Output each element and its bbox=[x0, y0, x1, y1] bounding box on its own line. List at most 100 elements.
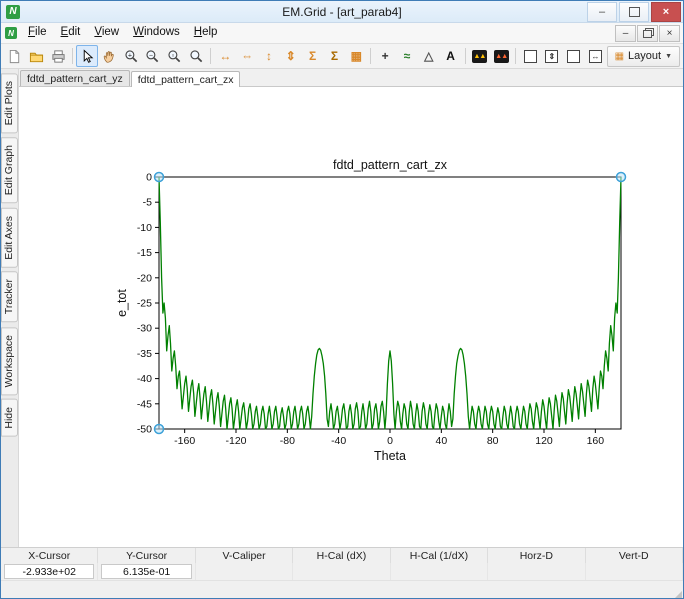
full-y-button[interactable]: ⇕ bbox=[280, 45, 302, 67]
status-v-caliper-cell bbox=[196, 563, 293, 580]
fit-frame-vertical-button[interactable]: ⇕ bbox=[541, 45, 563, 67]
x-tick-label: 80 bbox=[487, 435, 499, 447]
data-table-button-icon: ▦ bbox=[351, 50, 362, 62]
status-x-cursor-cell: -2.933e+02 bbox=[1, 563, 98, 580]
document-icon-letter: N bbox=[8, 29, 14, 38]
sidebar-tab-hide[interactable]: Hide bbox=[1, 399, 18, 437]
y-tick-label: -30 bbox=[137, 323, 152, 335]
document-pane: fdtd_pattern_cart_yzfdtd_pattern_cart_zx… bbox=[19, 69, 683, 547]
colormap-alt-button[interactable]: ▲▲ bbox=[490, 45, 512, 67]
status-h-cal-1-dx-label: H-Cal (1/dX) bbox=[391, 548, 488, 563]
zoom-in-button[interactable]: + bbox=[120, 45, 142, 67]
mdi-restore-button[interactable] bbox=[637, 25, 658, 42]
vertical-frame-button[interactable] bbox=[519, 45, 541, 67]
full-y-button-icon: ⇕ bbox=[286, 50, 296, 62]
sum-plots-button[interactable]: Σ bbox=[302, 45, 324, 67]
side-tab-strip: Edit Plots Edit Graph Edit Axes Tracker Work… bbox=[1, 69, 19, 547]
status-value-row: -2.933e+026.135e-01 bbox=[1, 563, 683, 580]
resize-grip[interactable]: ◢ bbox=[671, 588, 682, 599]
print-button[interactable] bbox=[48, 45, 70, 67]
mdi-restore-icon bbox=[643, 30, 652, 38]
expand-x-button[interactable]: ↔ bbox=[214, 45, 236, 67]
axis-handle[interactable] bbox=[155, 173, 164, 182]
select-cursor-button[interactable] bbox=[76, 45, 98, 67]
open-button[interactable] bbox=[26, 45, 48, 67]
status-header-row: X-CursorY-CursorV-CaliperH-Cal (dX)H-Cal… bbox=[1, 548, 683, 563]
menus: FileEditViewWindowsHelp bbox=[21, 23, 224, 43]
mdi-minimize-button[interactable]: – bbox=[615, 25, 636, 42]
toolbar: +−▫↔⇔↕⇕ΣΣ▦+≈△A▲▲▲▲⇕↔▦Layout▼ bbox=[1, 44, 683, 69]
svg-text:▫: ▫ bbox=[172, 52, 175, 59]
full-x-button-icon: ⇔ bbox=[241, 50, 253, 62]
colormap-button[interactable]: ▲▲ bbox=[469, 45, 491, 67]
zoom-extents-button[interactable] bbox=[186, 45, 208, 67]
menu-help[interactable]: Help bbox=[187, 23, 225, 43]
new-file-button[interactable] bbox=[4, 45, 26, 67]
svg-text:−: − bbox=[149, 52, 153, 59]
zoom-window-button[interactable]: ▫ bbox=[164, 45, 186, 67]
y-tick-label: 0 bbox=[146, 172, 152, 184]
fit-frame-horizontal-button[interactable]: ↔ bbox=[585, 45, 607, 67]
sidebar-tab-edit-plots[interactable]: Edit Plots bbox=[1, 73, 18, 133]
minimize-icon: – bbox=[599, 6, 605, 18]
x-tick-label: -40 bbox=[331, 435, 346, 447]
status-vert-d-cell bbox=[586, 563, 683, 580]
y-axis-label: e_tot bbox=[115, 289, 129, 317]
curve-tracker-button[interactable]: ≈ bbox=[396, 45, 418, 67]
maximize-icon bbox=[629, 7, 640, 17]
main-area: Edit Plots Edit Graph Edit Axes Tracker Work… bbox=[1, 69, 683, 547]
minimize-button[interactable]: – bbox=[587, 2, 617, 22]
menu-file[interactable]: File bbox=[21, 23, 54, 43]
full-x-button[interactable]: ⇔ bbox=[236, 45, 258, 67]
chart: fdtd_pattern_cart_zx-160-120-80-40040801… bbox=[114, 157, 654, 479]
integrate-button[interactable]: Σ bbox=[324, 45, 346, 67]
crosshair-button[interactable]: + bbox=[374, 45, 396, 67]
slope-marker-button-icon: △ bbox=[424, 50, 433, 62]
data-table-button[interactable]: ▦ bbox=[345, 45, 367, 67]
maximize-button[interactable] bbox=[619, 2, 649, 22]
sidebar-tab-edit-axes[interactable]: Edit Axes bbox=[1, 208, 18, 268]
toolbar-separator bbox=[515, 48, 516, 64]
app-icon: N bbox=[6, 5, 20, 19]
axis-handle[interactable] bbox=[155, 425, 164, 434]
status-h-cal-dx-label: H-Cal (dX) bbox=[293, 548, 390, 563]
colormap-alt-button-icon: ▲▲ bbox=[494, 50, 509, 63]
chart-title: fdtd_pattern_cart_zx bbox=[333, 158, 448, 172]
layout-label: Layout bbox=[628, 50, 661, 62]
sum-plots-button-icon: Σ bbox=[309, 50, 316, 62]
pan-button[interactable] bbox=[98, 45, 120, 67]
title-bar[interactable]: N EM.Grid - [art_parab4] – × bbox=[1, 1, 683, 23]
zoom-out-button[interactable]: − bbox=[142, 45, 164, 67]
document-tabs: fdtd_pattern_cart_yzfdtd_pattern_cart_zx bbox=[19, 69, 683, 87]
axis-handle[interactable] bbox=[617, 173, 626, 182]
layout-dropdown[interactable]: ▦Layout▼ bbox=[607, 46, 680, 67]
y-tick-label: -25 bbox=[137, 298, 152, 310]
menu-edit[interactable]: Edit bbox=[54, 23, 88, 43]
text-annotation-button[interactable]: A bbox=[440, 45, 462, 67]
mdi-close-button[interactable]: × bbox=[659, 25, 680, 42]
text-annotation-button-icon: A bbox=[446, 50, 455, 62]
doc-tab-fdtd-pattern-cart-yz[interactable]: fdtd_pattern_cart_yz bbox=[20, 70, 130, 86]
app-logo-letter: N bbox=[9, 6, 16, 17]
plot-canvas[interactable]: fdtd_pattern_cart_zx-160-120-80-40040801… bbox=[19, 87, 683, 547]
menu-windows[interactable]: Windows bbox=[126, 23, 187, 43]
toolbar-separator bbox=[210, 48, 211, 64]
horizontal-frame-button[interactable] bbox=[563, 45, 585, 67]
x-tick-label: -80 bbox=[280, 435, 295, 447]
chevron-down-icon: ▼ bbox=[665, 53, 672, 60]
toolbar-separator bbox=[465, 48, 466, 64]
expand-y-button[interactable]: ↕ bbox=[258, 45, 280, 67]
status-h-cal-dx-cell bbox=[293, 563, 390, 580]
vertical-frame-button-icon bbox=[524, 50, 537, 63]
sidebar-tab-tracker[interactable]: Tracker bbox=[1, 271, 18, 322]
menu-view[interactable]: View bbox=[87, 23, 126, 43]
svg-text:+: + bbox=[127, 52, 131, 59]
doc-tab-fdtd-pattern-cart-zx[interactable]: fdtd_pattern_cart_zx bbox=[131, 71, 241, 87]
status-v-caliper-label: V-Caliper bbox=[196, 548, 293, 563]
toolbar-separator bbox=[72, 48, 73, 64]
sidebar-tab-workspace[interactable]: Workspace bbox=[1, 327, 18, 395]
slope-marker-button[interactable]: △ bbox=[418, 45, 440, 67]
sidebar-tab-edit-graph[interactable]: Edit Graph bbox=[1, 137, 18, 203]
close-button[interactable]: × bbox=[651, 2, 681, 22]
document-icon: N bbox=[5, 27, 17, 39]
